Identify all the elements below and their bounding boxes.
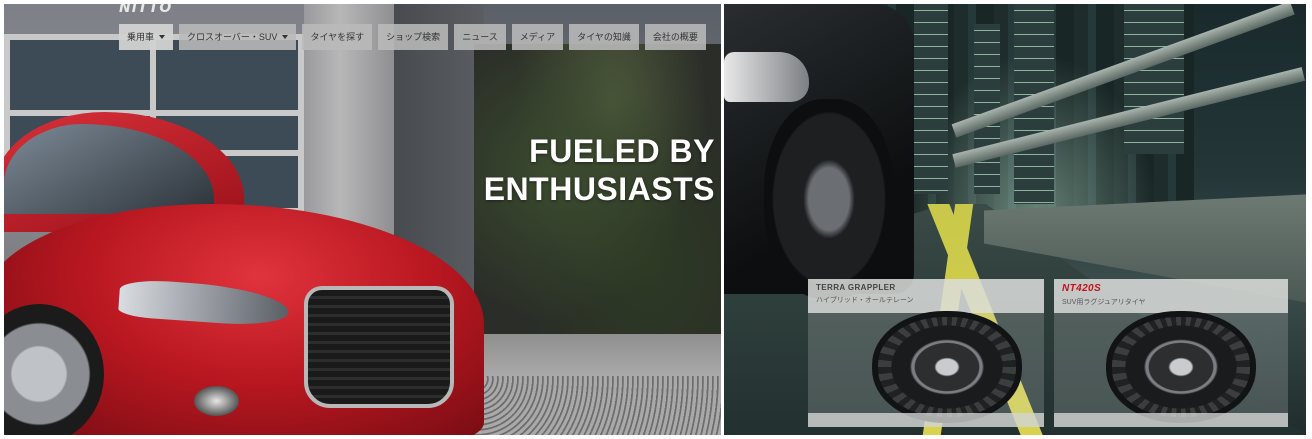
hero-headline-line-1: FUELED BY — [529, 133, 715, 169]
product-brand: NT420S — [1062, 283, 1102, 294]
nav-item-media[interactable]: メディア — [511, 24, 564, 50]
nav-item-news[interactable]: ニュース — [454, 24, 506, 50]
skyscraper — [1124, 4, 1184, 154]
product-card-footer — [1054, 413, 1288, 427]
skyscraper — [914, 4, 948, 194]
nav-item-label: ニュース — [462, 32, 498, 42]
product-card-footer — [808, 413, 1044, 427]
main-nav: 乗用車 クロスオーバー・SUV タイヤを探す ショップ検索 ニュース メディア … — [119, 24, 706, 50]
nt420s-tire-image[interactable] — [1106, 311, 1256, 423]
nav-item-label: 乗用車 — [127, 32, 155, 42]
nav-item-shop-search[interactable]: ショップ検索 — [378, 24, 449, 50]
product-brand: TERRA GRAPPLER — [816, 283, 896, 292]
red-car-foglight — [194, 386, 239, 416]
nav-item-label: メディア — [519, 32, 556, 42]
nav-item-label: タイヤの知識 — [577, 32, 631, 42]
nav-item-label: タイヤを探す — [310, 32, 365, 42]
screenshot-stage: NITTO 乗用車 クロスオーバー・SUV タイヤを探す ショップ検索 ニュース… — [0, 0, 1312, 439]
nav-item-company[interactable]: 会社の概要 — [644, 24, 706, 50]
chevron-down-icon — [159, 35, 166, 39]
hero-headline-line-2: ENTHUSIASTS — [483, 171, 715, 207]
product-subtitle: ハイブリッド・オールテレーン — [816, 297, 914, 304]
nav-item-find-tires[interactable]: タイヤを探す — [302, 24, 373, 50]
truck-headlight — [724, 52, 809, 102]
truck-tire — [764, 99, 894, 299]
chevron-down-icon — [282, 35, 289, 39]
nav-item-tire-knowledge[interactable]: タイヤの知識 — [569, 24, 639, 50]
hero-panel-sedan: NITTO 乗用車 クロスオーバー・SUV タイヤを探す ショップ検索 ニュース… — [4, 4, 721, 435]
hero-panel-night-road: TERRA GRAPPLER ハイブリッド・オールテレーン NT420S SUV… — [724, 4, 1306, 435]
product-card-header: NT420S SUV用ラグジュアリタイヤ — [1054, 279, 1288, 313]
product-card-terra-grappler[interactable]: TERRA GRAPPLER ハイブリッド・オールテレーン — [808, 279, 1044, 427]
product-card-nt420s[interactable]: NT420S SUV用ラグジュアリタイヤ — [1054, 279, 1288, 427]
nav-item-label: 会社の概要 — [652, 32, 698, 42]
red-car-grille — [304, 286, 454, 408]
site-logo[interactable]: NITTO — [119, 4, 172, 16]
gravel-bed — [474, 376, 721, 435]
nav-item-passenger-car[interactable]: 乗用車 — [119, 24, 174, 50]
nav-item-label: ショップ検索 — [386, 32, 441, 42]
nav-item-label: クロスオーバー・SUV — [187, 32, 278, 42]
product-card-header: TERRA GRAPPLER ハイブリッド・オールテレーン — [808, 279, 1044, 313]
hero-headline: FUELED BY ENTHUSIASTS — [484, 132, 715, 208]
nav-item-crossover-suv[interactable]: クロスオーバー・SUV — [179, 24, 297, 50]
product-subtitle: SUV用ラグジュアリタイヤ — [1062, 299, 1146, 306]
terra-grappler-tire-image[interactable] — [872, 311, 1022, 423]
